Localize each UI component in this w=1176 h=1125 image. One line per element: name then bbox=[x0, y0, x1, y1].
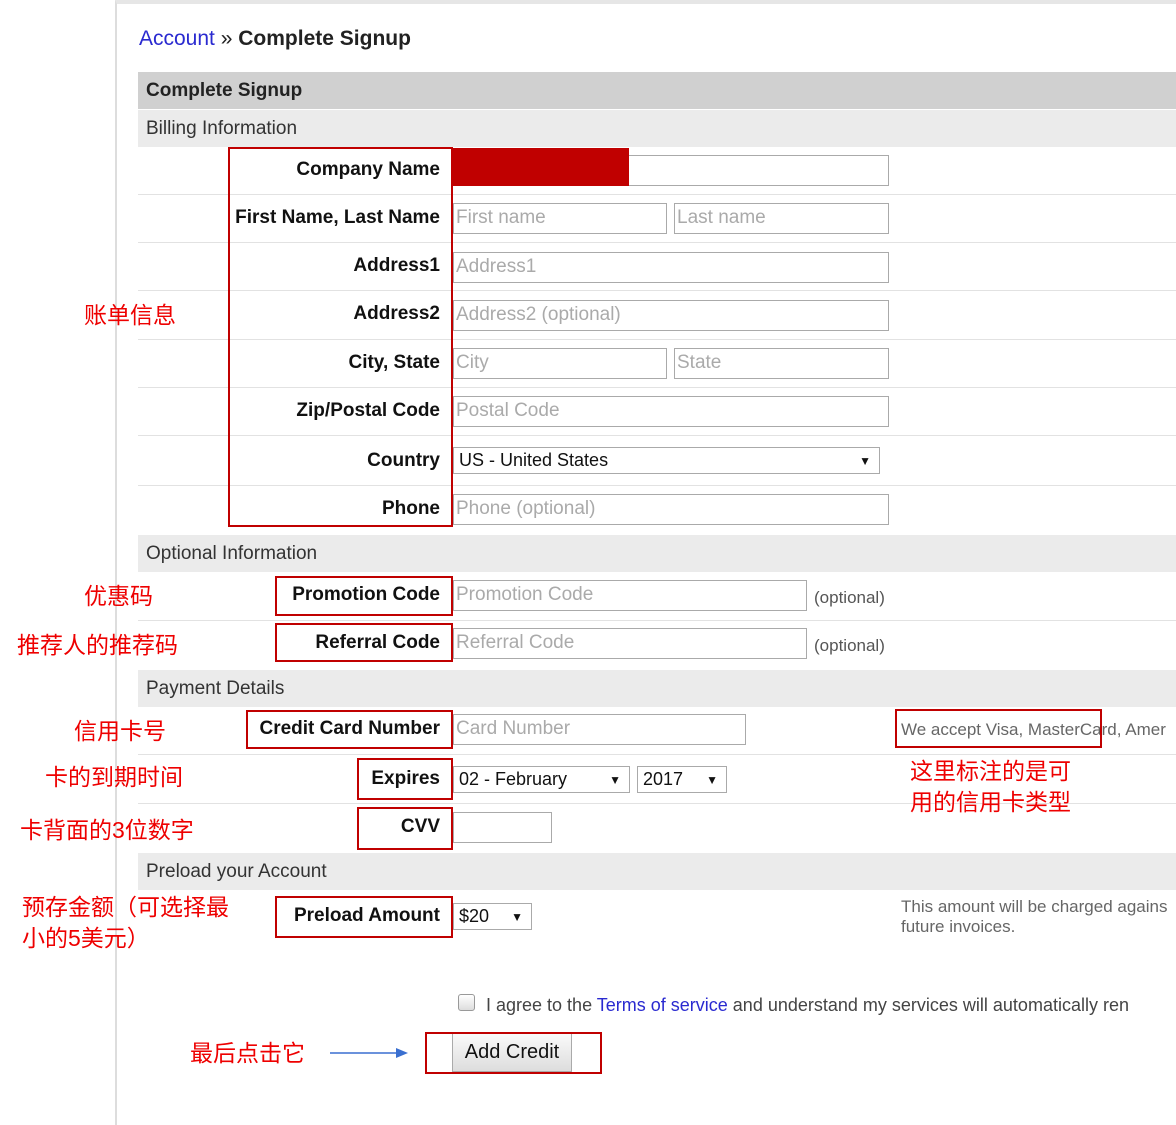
annotation-box-promo bbox=[275, 576, 453, 616]
phone-input[interactable]: Phone (optional) bbox=[453, 494, 889, 525]
terms-text: I agree to the Terms of service and unde… bbox=[486, 995, 1129, 1016]
terms-pre: I agree to the bbox=[486, 995, 597, 1015]
address2-input[interactable]: Address2 (optional) bbox=[453, 300, 889, 331]
annotation-cc: 信用卡号 bbox=[74, 718, 166, 744]
arrow-right-icon bbox=[330, 1048, 408, 1058]
preload-select[interactable]: $20 ▼ bbox=[453, 903, 532, 930]
annotation-accept: 这里标注的是可用的信用卡类型 bbox=[910, 758, 1071, 815]
divider bbox=[138, 754, 1176, 755]
chevron-down-icon: ▼ bbox=[511, 909, 523, 924]
annotation-box-cc bbox=[246, 710, 453, 749]
breadcrumb-sep: » bbox=[220, 27, 233, 50]
preload-note: This amount will be charged agains futur… bbox=[901, 897, 1168, 936]
annotation-cvv: 卡背面的3位数字 bbox=[20, 817, 194, 843]
terms-post: and understand my services will automati… bbox=[727, 995, 1129, 1015]
section-optional: Optional Information bbox=[138, 535, 1176, 572]
annotation-expires: 卡的到期时间 bbox=[45, 764, 183, 790]
exp-year-select[interactable]: 2017 ▼ bbox=[637, 766, 727, 793]
referral-optional: (optional) bbox=[814, 636, 885, 655]
annotation-billing: 账单信息 bbox=[84, 302, 176, 328]
annotation-box-preload bbox=[275, 896, 453, 938]
city-input[interactable]: City bbox=[453, 348, 667, 379]
annotation-box-referral bbox=[275, 623, 453, 662]
annotation-referral: 推荐人的推荐码 bbox=[17, 632, 178, 658]
cvv-input[interactable] bbox=[453, 812, 552, 843]
exp-year-value: 2017 bbox=[643, 769, 684, 789]
annotation-box-expires bbox=[357, 758, 453, 800]
last-name-input[interactable]: Last name bbox=[674, 203, 889, 234]
section-payment: Payment Details bbox=[138, 670, 1176, 707]
divider bbox=[138, 620, 1176, 621]
annotation-promo: 优惠码 bbox=[84, 583, 153, 609]
annotation-box-billing bbox=[228, 147, 453, 527]
breadcrumb-account-link[interactable]: Account bbox=[139, 27, 215, 50]
zip-input[interactable]: Postal Code bbox=[453, 396, 889, 427]
chevron-down-icon: ▼ bbox=[706, 772, 718, 787]
state-input[interactable]: State bbox=[674, 348, 889, 379]
chevron-down-icon: ▼ bbox=[859, 453, 871, 468]
redaction bbox=[453, 148, 629, 186]
exp-month-select[interactable]: 02 - February ▼ bbox=[453, 766, 630, 793]
section-billing: Billing Information bbox=[138, 110, 1176, 147]
breadcrumb-current: Complete Signup bbox=[238, 27, 411, 50]
referral-input[interactable]: Referral Code bbox=[453, 628, 807, 659]
exp-month-value: 02 - February bbox=[459, 769, 568, 789]
annotation-box-cvv bbox=[357, 807, 453, 850]
address1-input[interactable]: Address1 bbox=[453, 252, 889, 283]
annotation-box-submit bbox=[425, 1032, 602, 1074]
terms-checkbox[interactable] bbox=[458, 994, 475, 1011]
country-value: US - United States bbox=[459, 450, 609, 470]
promo-input[interactable]: Promotion Code bbox=[453, 580, 807, 611]
annotation-preload: 预存金额（可选择最小的5美元） bbox=[22, 894, 229, 951]
breadcrumb: Account » Complete Signup bbox=[139, 27, 411, 51]
section-preload: Preload your Account bbox=[138, 853, 1176, 890]
preload-value: $20 bbox=[459, 906, 490, 926]
country-select[interactable]: US - United States ▼ bbox=[453, 447, 880, 474]
card-number-input[interactable]: Card Number bbox=[453, 714, 746, 745]
annotation-box-accept bbox=[895, 709, 1102, 748]
annotation-submit: 最后点击它 bbox=[190, 1040, 305, 1066]
first-name-input[interactable]: First name bbox=[453, 203, 667, 234]
chevron-down-icon: ▼ bbox=[609, 772, 621, 787]
promo-optional: (optional) bbox=[814, 588, 885, 607]
form-title: Complete Signup bbox=[138, 72, 1176, 109]
terms-link[interactable]: Terms of service bbox=[597, 995, 728, 1015]
